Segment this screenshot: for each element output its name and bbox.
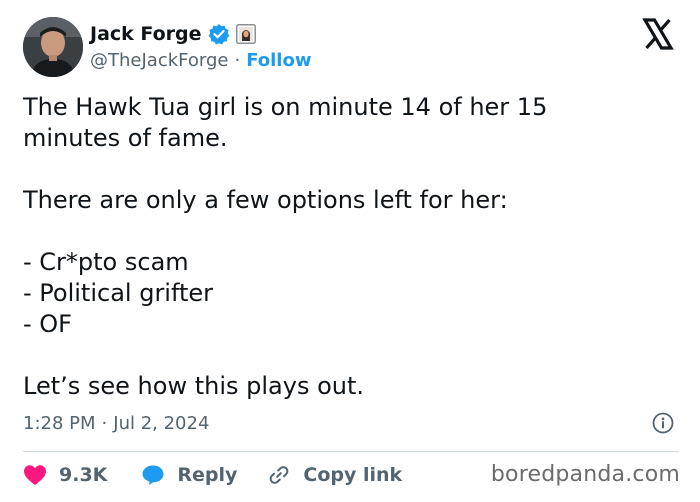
like-count: 9.3K — [59, 464, 108, 486]
avatar[interactable] — [23, 17, 83, 77]
watermark: boredpanda.com — [490, 462, 680, 487]
tweet-line: Let’s see how this plays out. — [23, 372, 365, 400]
tweet-line: There are only a few options left for he… — [23, 186, 508, 214]
tweet-text: The Hawk Tua girl is on minute 14 of her… — [23, 92, 673, 402]
tweet-time: 1:28 PM — [23, 412, 96, 434]
copy-link-label: Copy link — [303, 464, 403, 486]
like-button[interactable]: 9.3K — [23, 464, 107, 486]
follow-link[interactable]: Follow — [246, 50, 311, 71]
affiliate-avatar-icon[interactable] — [235, 24, 256, 44]
heart-icon — [23, 464, 47, 486]
handle-separator: · — [234, 49, 241, 71]
tweet-date: Jul 2, 2024 — [113, 412, 210, 434]
x-logo-icon[interactable] — [640, 16, 676, 52]
tweet-list-item: - Cr*pto scam — [23, 248, 189, 276]
timestamp-separator: · — [101, 412, 108, 434]
copy-link-button[interactable]: Copy link — [267, 463, 402, 487]
reply-button[interactable]: Reply — [141, 464, 237, 486]
reply-label: Reply — [177, 464, 238, 486]
author-handle-row: @TheJackForge · Follow — [90, 47, 311, 73]
tweet-list-item: - Political grifter — [23, 279, 214, 307]
tweet-timestamp[interactable]: 1:28 PM · Jul 2, 2024 — [23, 410, 209, 436]
tweet-line: minutes of fame. — [23, 124, 228, 152]
tweet-line: The Hawk Tua girl is on minute 14 of her… — [23, 93, 548, 121]
divider — [23, 451, 679, 452]
author-handle[interactable]: @TheJackForge — [90, 50, 228, 71]
tweet-list-item: - OF — [23, 310, 72, 338]
link-icon — [267, 463, 291, 487]
verified-badge-icon[interactable] — [208, 23, 230, 45]
author-name-row: Jack Forge — [90, 21, 256, 47]
speech-bubble-icon — [141, 464, 165, 486]
info-icon[interactable] — [652, 412, 674, 434]
author-display-name[interactable]: Jack Forge — [90, 23, 202, 45]
tweet-actions: 9.3K Reply Copy link — [23, 460, 402, 490]
